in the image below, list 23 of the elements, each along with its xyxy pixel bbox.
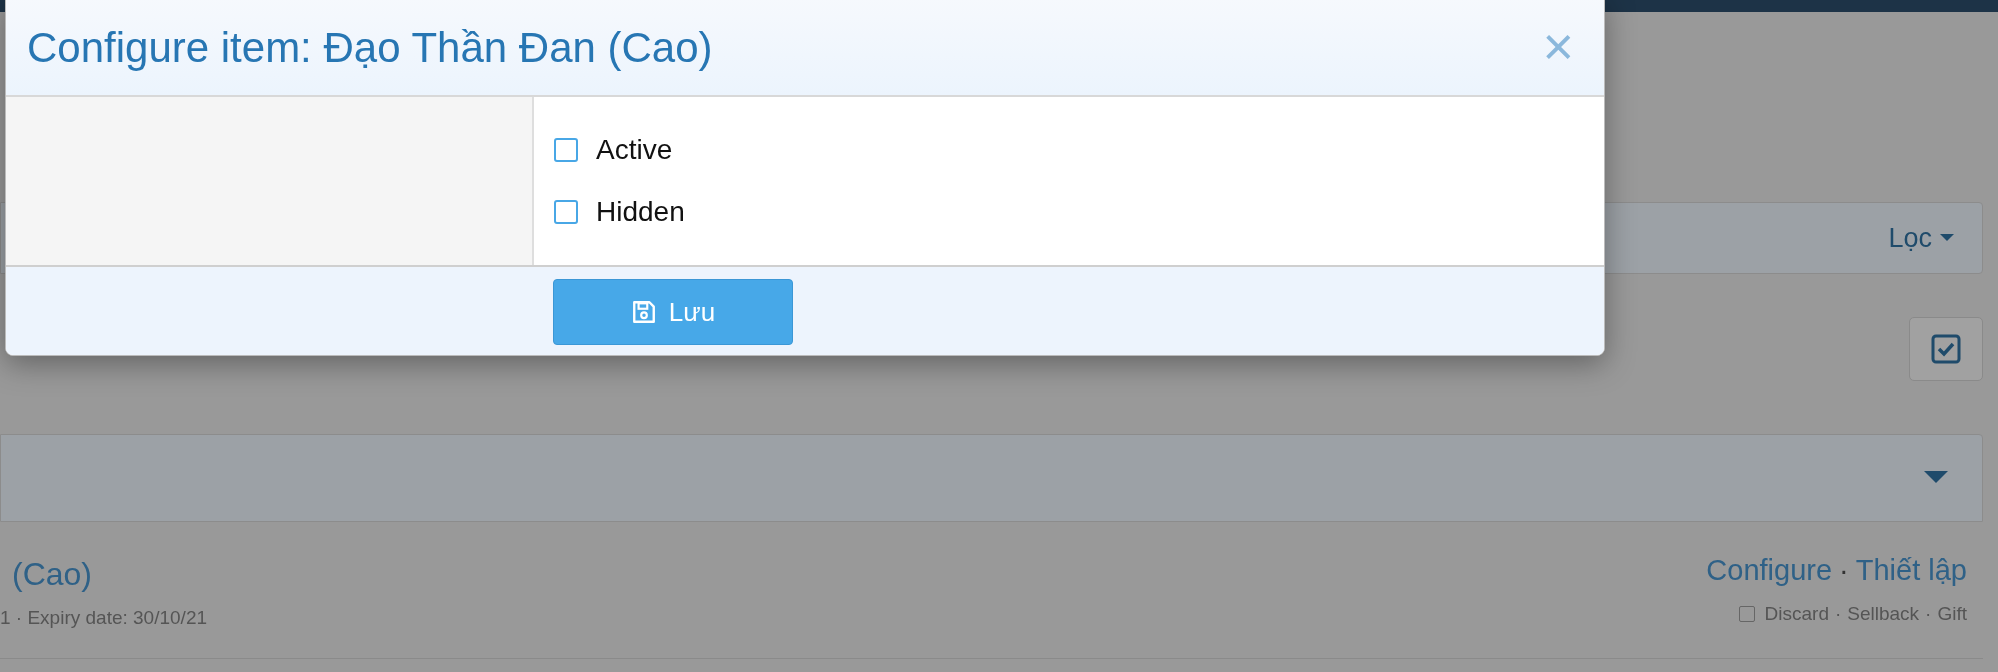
select-all-button[interactable] bbox=[1909, 317, 1983, 381]
checkbox[interactable] bbox=[1738, 606, 1755, 622]
separator-dot: · bbox=[1834, 603, 1842, 625]
item-link[interactable]: Configure bbox=[1706, 554, 1833, 587]
option-label: Hidden bbox=[596, 196, 685, 228]
item-details: 1 · Expiry date: 30/10/21 bbox=[0, 607, 207, 629]
item-name[interactable]: (Cao) bbox=[0, 556, 207, 593]
separator-dot: · bbox=[1925, 603, 1932, 625]
close-button[interactable]: × bbox=[1538, 19, 1578, 73]
caret-icon bbox=[1940, 234, 1954, 242]
dialog-title: Configure item: Đạo Thần Đan (Cao) bbox=[27, 23, 713, 72]
checkbox[interactable] bbox=[554, 138, 578, 162]
separator-dot: · bbox=[1839, 554, 1849, 587]
option-label: Active bbox=[596, 134, 673, 166]
action-label: Discard bbox=[1764, 603, 1829, 625]
caret-icon[interactable] bbox=[1924, 471, 1948, 485]
checkbox-checked-icon bbox=[1931, 334, 1961, 364]
save-button[interactable]: Lưu bbox=[553, 279, 793, 345]
filter-button[interactable]: Lọc bbox=[1888, 220, 1954, 256]
action-link[interactable]: Sellback bbox=[1847, 603, 1920, 625]
item-link[interactable]: Thiết lập bbox=[1855, 554, 1967, 587]
action-link[interactable]: Gift bbox=[1937, 603, 1967, 625]
checkbox[interactable] bbox=[554, 200, 578, 224]
